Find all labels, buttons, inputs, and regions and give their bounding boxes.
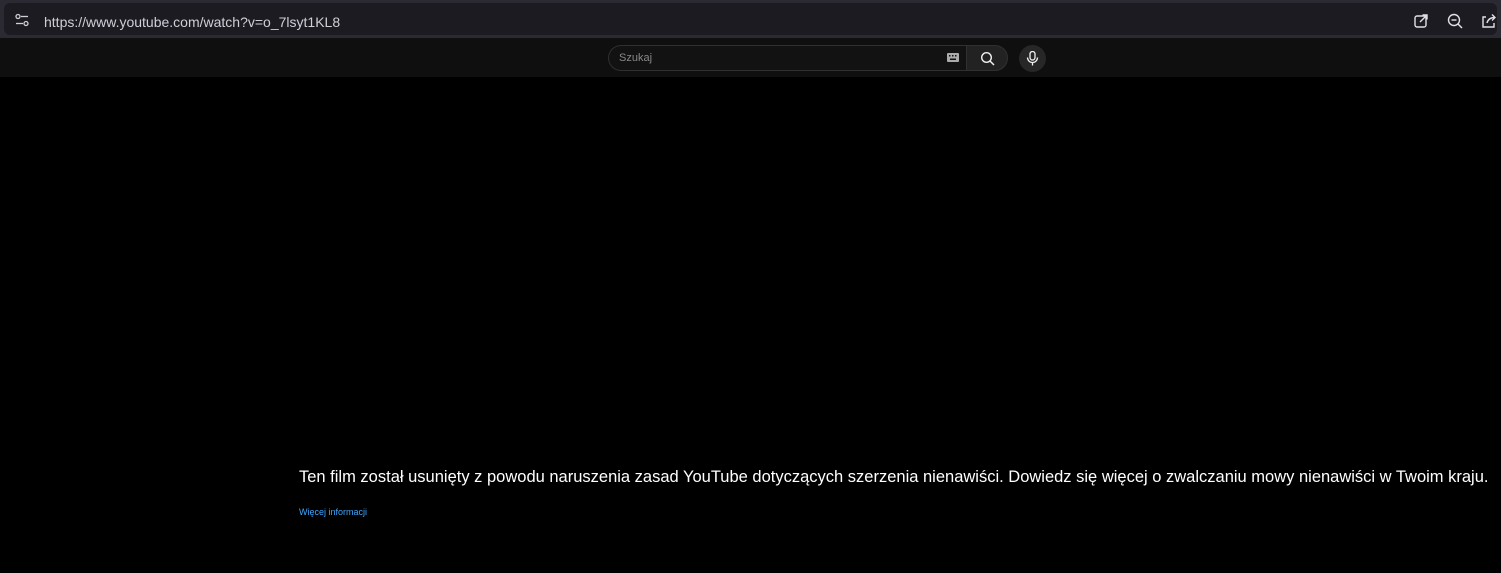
address-bar[interactable]: https://www.youtube.com/watch?v=o_7lsyt1… [4, 3, 1497, 35]
zoom-icon[interactable] [1446, 12, 1464, 30]
more-info-link[interactable]: Więcej informacji [299, 507, 367, 517]
search-icon [980, 51, 995, 66]
youtube-header [0, 38, 1501, 77]
search-button[interactable] [966, 45, 1008, 71]
microphone-icon [1026, 51, 1039, 66]
site-info-icon[interactable] [14, 12, 30, 28]
video-removed-message: Ten film został usunięty z powodu narusz… [299, 468, 1489, 486]
url-text[interactable]: https://www.youtube.com/watch?v=o_7lsyt1… [44, 14, 340, 30]
share-icon[interactable] [1480, 12, 1498, 30]
keyboard-icon[interactable] [947, 53, 959, 62]
search-input[interactable] [619, 46, 939, 70]
open-external-icon[interactable] [1412, 12, 1430, 30]
search-box[interactable] [608, 45, 967, 71]
browser-toolbar: https://www.youtube.com/watch?v=o_7lsyt1… [0, 0, 1501, 38]
voice-search-button[interactable] [1019, 45, 1046, 72]
